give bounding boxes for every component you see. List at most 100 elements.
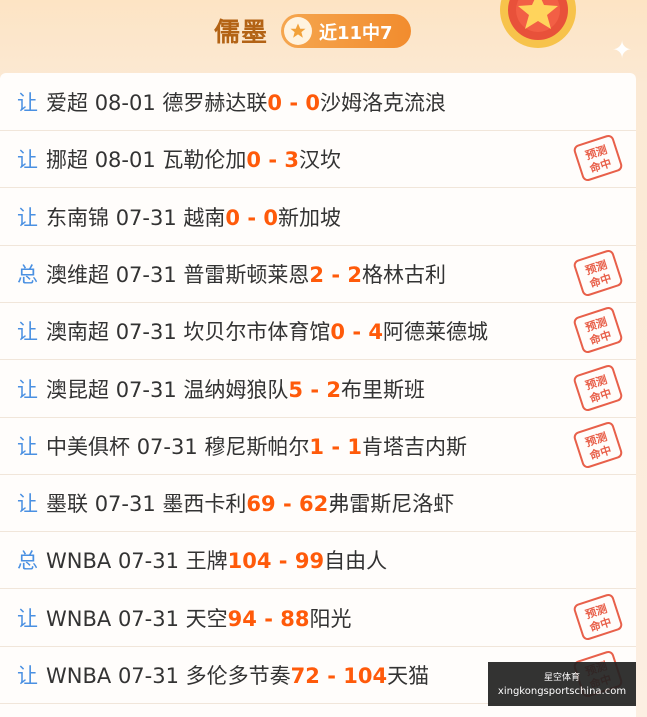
away-score: 104 [343,664,388,688]
home-score: 2 [309,262,325,287]
list-item[interactable]: 让东南锦 07-31 越南0 - 0新加坡 [0,188,636,246]
star-icon [284,17,312,45]
home-team: 普雷斯顿莱恩 [183,262,310,287]
league: WNBA [46,606,112,631]
home-team: 越南 [183,205,226,230]
away-team: 自由人 [324,549,388,574]
home-score: 0 [267,91,283,115]
score-separator: - [256,606,281,631]
header: 儒墨 近11中7 ✦ [0,0,647,72]
list-item[interactable]: 让爱超 08-01 德罗赫达联0 - 0沙姆洛克流浪 [0,73,636,131]
hit-stamp-icon: 预测命中 [573,307,623,354]
bet-type-tag: 让 [17,606,38,631]
list-item[interactable]: 让挪超 08-01 瓦勒伦加0 - 3汉坎 预测 命中 [0,130,636,189]
away-team: 格林古利 [362,262,446,287]
away-score: 3 [284,148,299,173]
away-score: 88 [280,606,310,631]
bet-type-tag: 让 [17,377,38,402]
bet-type-tag: 让 [17,664,38,688]
away-score: 1 [347,434,362,459]
home-team: 德罗赫达联 [162,91,268,115]
home-team: 王牌 [185,549,228,574]
match-date: 07-31 [117,606,179,631]
home-score: 72 [290,664,320,688]
away-score: 2 [326,377,341,402]
home-score: 5 [288,377,304,402]
match-line: 东南锦 07-31 越南0 - 0新加坡 [46,202,341,232]
hit-stamp-icon: 预测命中 [573,249,623,296]
away-team: 弗雷斯尼洛虾 [328,492,455,517]
league: 墨联 [46,492,88,517]
home-score: 94 [227,606,257,631]
away-score: 0 [305,91,320,115]
score-separator: - [319,664,344,688]
match-date: 07-31 [115,262,177,287]
watermark-line1: 星空体育 [543,673,580,683]
away-score: 4 [368,320,383,345]
list-item[interactable]: 让中美俱杯 07-31 穆尼斯帕尔1 - 1肯塔吉内斯 预测 命中 [0,417,636,475]
bet-type-tag: 总 [17,549,38,574]
watermark-line2: xingkongsportschina.com [497,686,627,697]
bet-type-tag: 让 [17,492,38,517]
match-line: 澳维超 07-31 普雷斯顿莱恩2 - 2格林古利 [46,259,446,289]
league: 挪超 [46,148,88,173]
match-line: 澳南超 07-31 坎贝尔市体育馆0 - 4阿德莱德城 [46,316,488,346]
league: 东南锦 [46,205,109,230]
score-separator: - [324,434,348,459]
home-score: 0 [225,205,241,230]
score-separator: - [261,148,285,173]
list-item[interactable]: 总 WNBA 07-31 王牌104 - 99自由人 [0,531,636,590]
match-line: 中美俱杯 07-31 穆尼斯帕尔1 - 1肯塔吉内斯 [46,431,467,461]
score-separator: - [324,262,348,287]
match-date: 07-31 [117,549,179,574]
match-date: 07-31 [115,205,177,230]
list-item[interactable]: 让墨联 07-31 墨西卡利69 - 62弗雷斯尼洛虾 [0,474,636,533]
home-score: 1 [309,434,325,459]
watermark: 星空体育 xingkongsportschina.com [488,662,636,706]
league: WNBA [46,664,112,688]
bet-type-tag: 让 [17,91,38,115]
match-date: 07-31 [117,664,179,688]
hit-stamp-icon: 预测命中 [573,364,623,411]
match-line: 爱超 08-01 德罗赫达联0 - 0沙姆洛克流浪 [46,87,446,117]
score-separator: - [303,377,327,402]
match-line: WNBA 07-31 天空94 - 88阳光 [46,603,351,633]
home-score: 0 [330,320,346,345]
prediction-list: 让爱超 08-01 德罗赫达联0 - 0沙姆洛克流浪让挪超 08-01 瓦勒伦加… [0,73,636,717]
league: WNBA [46,549,112,574]
record-text: 近11中7 [319,23,393,44]
list-item[interactable]: 总澳维超 07-31 普雷斯顿莱恩2 - 2格林古利 预测 命中 [0,245,636,303]
match-line: WNBA 07-31 多伦多节奏72 - 104天猫 [46,660,429,690]
list-item[interactable]: 让 WNBA 07-31 天空94 - 88阳光 预测 命中 [0,589,636,647]
match-date: 07-31 [115,377,177,402]
away-team: 阳光 [309,606,352,631]
medal-icon [493,0,583,60]
score-separator: - [271,549,295,574]
home-team: 温纳姆狼队 [183,377,289,402]
league: 澳维超 [46,262,109,287]
bet-type-tag: 让 [17,205,38,230]
away-score: 62 [298,492,329,517]
score-separator: - [345,320,369,345]
home-team: 多伦多节奏 [185,664,291,688]
score-separator: - [240,205,264,230]
away-team: 阿德莱德城 [383,320,488,345]
home-team: 天空 [185,606,228,631]
hit-stamp-icon: 预测命中 [573,135,623,182]
away-team: 汉坎 [299,148,341,173]
home-team: 瓦勒伦加 [162,148,247,173]
home-team: 坎贝尔市体育馆 [183,320,331,345]
bet-type-tag: 让 [17,434,38,459]
away-score: 2 [347,262,362,287]
match-date: 08-01 [94,148,156,173]
list-item[interactable]: 让澳昆超 07-31 温纳姆狼队5 - 2布里斯班 预测 命中 [0,360,636,418]
expert-name: 儒墨 [214,18,269,48]
hit-stamp-icon: 预测命中 [573,421,623,468]
list-item[interactable]: 让澳南超 07-31 坎贝尔市体育馆0 - 4阿德莱德城 预测 命中 [0,302,636,361]
score-separator: - [275,492,299,517]
match-date: 07-31 [115,320,177,345]
home-team: 穆尼斯帕尔 [204,434,310,459]
match-line: WNBA 07-31 王牌104 - 99自由人 [46,545,387,575]
away-team: 肯塔吉内斯 [362,434,467,459]
match-line: 澳昆超 07-31 温纳姆狼队5 - 2布里斯班 [46,374,425,404]
